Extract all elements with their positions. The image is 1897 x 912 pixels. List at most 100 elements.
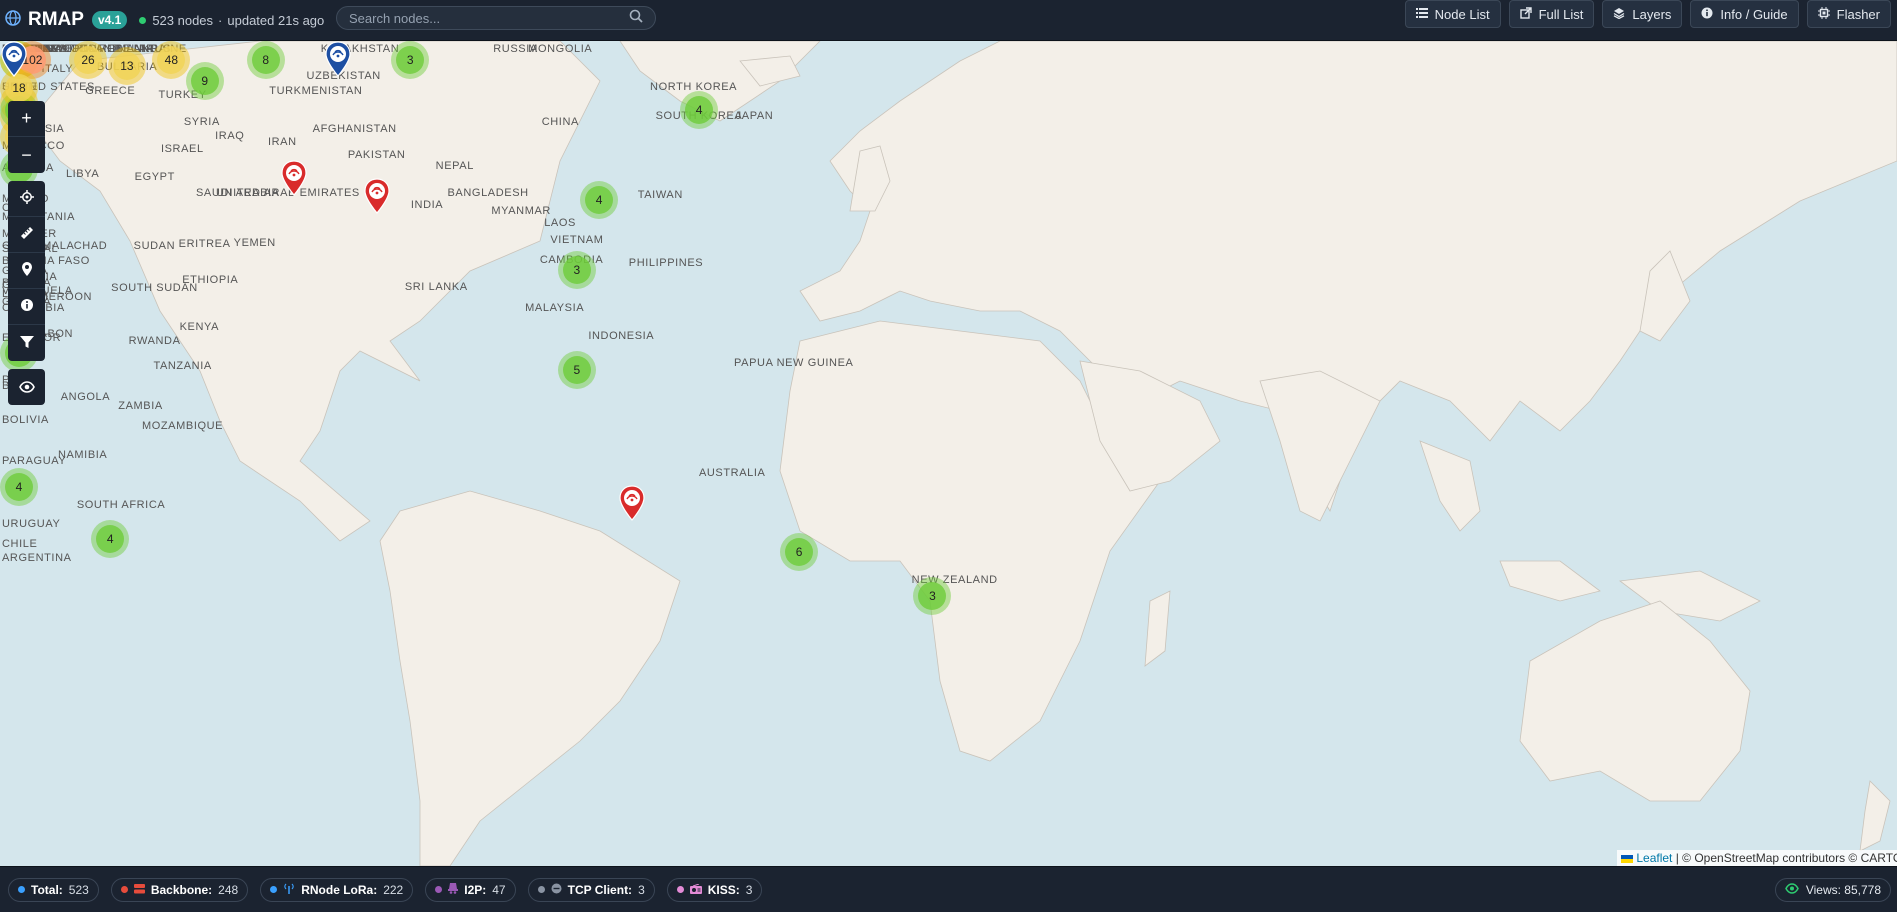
- locate-icon: [19, 188, 34, 209]
- stat-value: 248: [218, 882, 239, 897]
- info-guide-button[interactable]: Info / Guide: [1690, 0, 1799, 28]
- leaflet-link[interactable]: Leaflet: [1636, 851, 1672, 865]
- cluster-count: 5: [562, 355, 591, 384]
- world-map[interactable]: CANADAUNITED STATESMEXICOCUBAGUATEMALAPA…: [0, 41, 1897, 866]
- node-cluster[interactable]: 3: [391, 41, 430, 79]
- cluster-count: 4: [96, 524, 125, 553]
- stat-i2p[interactable]: I2P: 47: [425, 877, 516, 902]
- separator: ·: [218, 12, 223, 28]
- cluster-count: 4: [585, 185, 614, 214]
- cluster-count: 48: [157, 46, 186, 74]
- status-dot-icon: [18, 886, 25, 893]
- cluster-count: 18: [5, 74, 33, 103]
- top-bar: RMAP v4.1 523 nodes · updated 21s ago No…: [0, 0, 1897, 41]
- node-cluster[interactable]: 4: [680, 90, 719, 129]
- status-dot-icon: [435, 886, 443, 893]
- node-marker[interactable]: [363, 178, 391, 214]
- node-marker[interactable]: [0, 41, 28, 77]
- map-pin-icon: [1, 41, 27, 77]
- mask-icon: [448, 882, 459, 897]
- layers-icon: [1613, 7, 1625, 22]
- stat-label: Total:: [31, 882, 63, 897]
- list-icon: [1415, 7, 1428, 22]
- stat-value: 523: [68, 882, 89, 897]
- stat-tcp-client[interactable]: TCP Client: 3: [527, 877, 655, 902]
- cluster-count: 4: [685, 95, 714, 124]
- full-list-label: Full List: [1538, 6, 1584, 22]
- node-count: 523 nodes: [152, 12, 214, 28]
- updated-time: updated 21s ago: [227, 12, 325, 28]
- cluster-count: 13: [112, 52, 141, 81]
- cluster-count: 4: [5, 472, 33, 501]
- search-input[interactable]: [349, 10, 629, 26]
- node-cluster[interactable]: 3: [557, 250, 596, 289]
- node-cluster[interactable]: 4: [91, 519, 130, 558]
- map-pin-icon: [280, 160, 307, 196]
- eye-icon: [1784, 883, 1799, 897]
- stat-rnode-lora[interactable]: RNode LoRa: 222: [260, 877, 414, 902]
- stat-label: Backbone:: [150, 882, 213, 897]
- flasher-button[interactable]: Flasher: [1806, 0, 1891, 28]
- node-cluster[interactable]: 4: [0, 467, 38, 506]
- app: { "header": { "title": "RMAP", "version"…: [0, 0, 1897, 912]
- status-dot-icon: [676, 886, 684, 893]
- chip-icon: [1817, 6, 1830, 22]
- tool-controls: [8, 181, 45, 361]
- node-cluster[interactable]: 3: [913, 576, 952, 615]
- zoom-in-button[interactable]: +: [8, 101, 45, 137]
- brand[interactable]: RMAP v4.1: [5, 9, 128, 31]
- nav-buttons: Node List Full List Layers Info / Guide …: [1404, 0, 1891, 30]
- stat-total[interactable]: Total: 523: [8, 877, 99, 902]
- visibility-toggle[interactable]: [8, 369, 45, 405]
- cluster-count: 26: [74, 46, 102, 74]
- zoom-out-button[interactable]: −: [8, 137, 45, 173]
- antenna-icon: [283, 883, 295, 897]
- cluster-count: 6: [785, 538, 814, 567]
- node-cluster[interactable]: 26: [69, 41, 107, 79]
- node-cluster[interactable]: 4: [580, 180, 619, 219]
- info-icon: [1701, 7, 1713, 22]
- external-link-icon: [1519, 6, 1532, 22]
- map-attribution: Leaflet | © OpenStreetMap contributors ©…: [1617, 850, 1897, 866]
- bottom-bar: Total: 523 Backbone: 248 RNode LoRa: 222…: [0, 866, 1897, 912]
- full-list-button[interactable]: Full List: [1508, 0, 1595, 28]
- node-marker[interactable]: [618, 485, 646, 521]
- measure-button[interactable]: [8, 217, 45, 253]
- status-info: 523 nodes · updated 21s ago: [139, 13, 324, 28]
- search-icon[interactable]: [629, 9, 643, 28]
- globe-icon: [5, 9, 21, 31]
- status-dot-icon: [139, 16, 147, 24]
- visibility-control: [8, 369, 45, 405]
- layers-label: Layers: [1632, 6, 1672, 22]
- map-pin-icon: [619, 485, 646, 521]
- add-pin-button[interactable]: [8, 253, 45, 289]
- status-dot-icon: [537, 886, 545, 893]
- locate-button[interactable]: [8, 181, 45, 217]
- search-box: [336, 6, 656, 30]
- views-counter: Views: 85,778: [1774, 878, 1891, 902]
- info-icon: [20, 296, 34, 317]
- filter-button[interactable]: [8, 325, 45, 361]
- cluster-count: 8: [251, 46, 280, 74]
- stat-value: 222: [383, 882, 404, 897]
- node-cluster[interactable]: 5: [557, 350, 596, 389]
- stat-backbone[interactable]: Backbone: 248: [110, 877, 249, 902]
- map-pin-icon: [364, 178, 390, 214]
- node-cluster[interactable]: 8: [246, 41, 285, 79]
- node-list-label: Node List: [1434, 6, 1490, 22]
- stat-label: KISS:: [707, 882, 740, 897]
- status-dot-icon: [120, 886, 128, 893]
- stat-label: TCP Client:: [567, 882, 633, 897]
- map-info-button[interactable]: [8, 289, 45, 325]
- stat-kiss[interactable]: KISS: 3: [666, 877, 763, 902]
- node-marker[interactable]: [324, 41, 352, 77]
- status-dot-icon: [270, 886, 278, 893]
- node-list-button[interactable]: Node List: [1404, 0, 1501, 28]
- zoom-controls: + −: [8, 101, 45, 173]
- layers-button[interactable]: Layers: [1602, 0, 1683, 28]
- app-title: RMAP: [28, 9, 84, 30]
- flasher-label: Flasher: [1836, 6, 1880, 22]
- node-cluster[interactable]: 9: [185, 62, 224, 101]
- node-marker[interactable]: [280, 160, 308, 196]
- node-cluster[interactable]: 13: [107, 47, 146, 86]
